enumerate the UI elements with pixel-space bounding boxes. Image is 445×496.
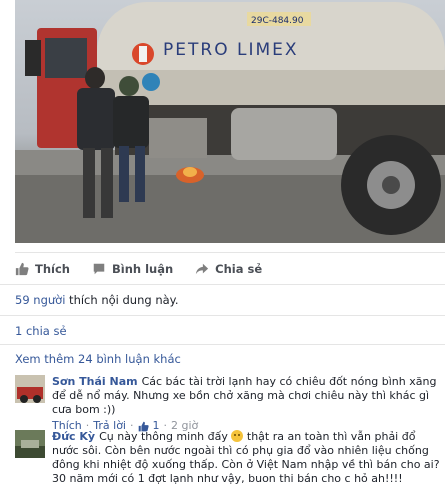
likes-divider: [0, 315, 445, 316]
share-arrow-icon: [196, 263, 209, 275]
comment-item: Đức Kỳ Cụ này thông minh đấy thật ra an t…: [15, 430, 445, 486]
actions-divider: [0, 284, 445, 285]
likes-rest-text: thích nội dung này.: [65, 293, 179, 307]
likes-count-link[interactable]: 59 người: [15, 293, 65, 307]
share-button[interactable]: Chia sẻ: [195, 262, 262, 276]
truck-brand-text: PETRO LIMEX: [163, 40, 299, 60]
post-photo[interactable]: PETRO LIMEX 29C-484.90: [15, 0, 445, 243]
shares-divider: [0, 344, 445, 345]
photo-divider: [15, 252, 445, 253]
comment-text-start: Cụ này thông minh đấy: [99, 430, 228, 443]
comment-button[interactable]: Bình luận: [92, 262, 173, 276]
comment-icon: [93, 263, 105, 275]
comment-author-link[interactable]: Đức Kỳ: [52, 430, 95, 443]
shares-count-link[interactable]: 1 chia sẻ: [15, 324, 67, 338]
thumbs-up-icon: [15, 262, 29, 276]
comment-label: Bình luận: [111, 262, 174, 276]
avatar[interactable]: [15, 430, 45, 458]
post-actions-bar: Thích Bình luận Chia sẻ: [15, 256, 445, 282]
smile-emoji-icon: [231, 430, 244, 442]
likes-summary: 59 người thích nội dung này.: [15, 293, 179, 307]
comment-author-link[interactable]: Sơn Thái Nam: [52, 375, 138, 388]
view-more-comments-link[interactable]: Xem thêm 24 bình luận khác: [15, 352, 181, 366]
share-label: Chia sẻ: [215, 262, 263, 276]
comment-item: Sơn Thái Nam Các bác tài trời lạnh hay có…: [15, 375, 445, 433]
avatar[interactable]: [15, 375, 45, 403]
like-button[interactable]: Thích: [15, 262, 70, 276]
truck-plate-text: 29C-484.90: [251, 16, 304, 26]
like-label: Thích: [35, 262, 70, 276]
